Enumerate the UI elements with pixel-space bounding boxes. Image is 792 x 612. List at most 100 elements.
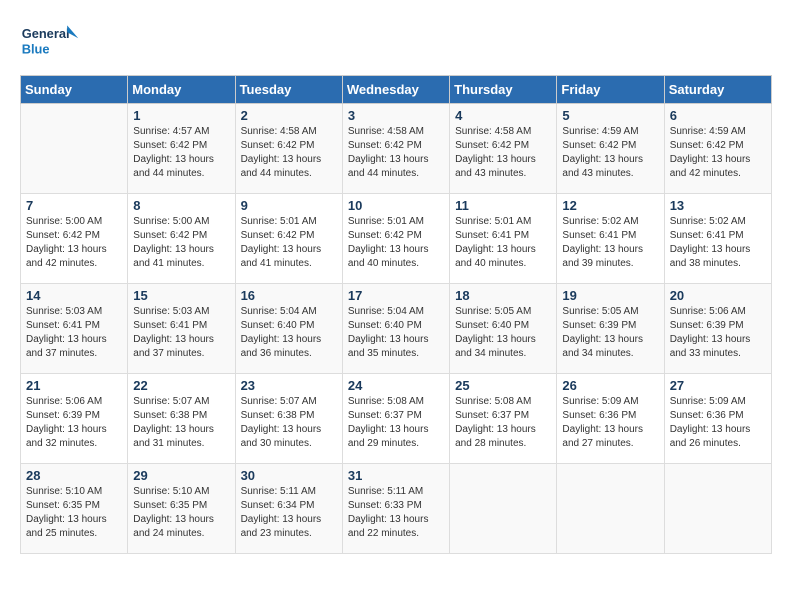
day-number: 15: [133, 288, 229, 303]
calendar-cell: 26 Sunrise: 5:09 AM Sunset: 6:36 PM Dayli…: [557, 374, 664, 464]
calendar-cell: 9 Sunrise: 5:01 AM Sunset: 6:42 PM Daylig…: [235, 194, 342, 284]
cell-info: Sunrise: 5:08 AM Sunset: 6:37 PM Dayligh…: [348, 395, 444, 451]
calendar-cell: 15 Sunrise: 5:03 AM Sunset: 6:41 PM Dayli…: [128, 284, 235, 374]
cell-info: Sunrise: 5:07 AM Sunset: 6:38 PM Dayligh…: [241, 395, 337, 451]
day-number: 6: [670, 108, 766, 123]
cell-info: Sunrise: 5:11 AM Sunset: 6:34 PM Dayligh…: [241, 485, 337, 541]
calendar-cell: 29Sunrise: 5:10 AM Sunset: 6:35 PM Dayli…: [128, 464, 235, 554]
calendar-cell: 22Sunrise: 5:07 AM Sunset: 6:38 PM Dayli…: [128, 374, 235, 464]
cell-info: Sunrise: 5:04 AM Sunset: 6:40 PM Dayligh…: [241, 305, 337, 361]
calendar-cell: [557, 464, 664, 554]
day-number: 31: [348, 468, 444, 483]
calendar-cell: 7 Sunrise: 5:00 AM Sunset: 6:42 PM Daylig…: [21, 194, 128, 284]
calendar-cell: 2 Sunrise: 4:58 AM Sunset: 6:42 PM Daylig…: [235, 104, 342, 194]
cell-info: Sunrise: 5:06 AM Sunset: 6:39 PM Dayligh…: [670, 305, 766, 361]
cell-info: Sunrise: 5:02 AM Sunset: 6:41 PM Dayligh…: [562, 215, 658, 271]
day-number: 20: [670, 288, 766, 303]
cell-info: Sunrise: 5:02 AM Sunset: 6:41 PM Dayligh…: [670, 215, 766, 271]
day-number: 2: [241, 108, 337, 123]
cell-info: Sunrise: 5:01 AM Sunset: 6:42 PM Dayligh…: [348, 215, 444, 271]
day-number: 13: [670, 198, 766, 213]
calendar-week-row: 7 Sunrise: 5:00 AM Sunset: 6:42 PM Daylig…: [21, 194, 772, 284]
day-number: 27: [670, 378, 766, 393]
day-number: 7: [26, 198, 122, 213]
cell-info: Sunrise: 5:03 AM Sunset: 6:41 PM Dayligh…: [26, 305, 122, 361]
calendar-cell: 24 Sunrise: 5:08 AM Sunset: 6:37 PM Dayli…: [342, 374, 449, 464]
calendar-cell: 31 Sunrise: 5:11 AM Sunset: 6:33 PM Dayli…: [342, 464, 449, 554]
weekday-header-tuesday: Tuesday: [235, 76, 342, 104]
calendar-cell: [450, 464, 557, 554]
svg-text:General: General: [22, 26, 70, 41]
cell-info: Sunrise: 4:57 AM Sunset: 6:42 PM Dayligh…: [133, 125, 229, 181]
cell-info: Sunrise: 5:00 AM Sunset: 6:42 PM Dayligh…: [26, 215, 122, 271]
calendar-cell: 23 Sunrise: 5:07 AM Sunset: 6:38 PM Dayli…: [235, 374, 342, 464]
cell-info: Sunrise: 5:10 AM Sunset: 6:35 PM Dayligh…: [26, 485, 122, 541]
cell-info: Sunrise: 5:09 AM Sunset: 6:36 PM Dayligh…: [562, 395, 658, 451]
cell-info: Sunrise: 5:07 AM Sunset: 6:38 PM Dayligh…: [133, 395, 229, 451]
cell-info: Sunrise: 5:05 AM Sunset: 6:40 PM Dayligh…: [455, 305, 551, 361]
logo: General Blue: [20, 20, 80, 65]
calendar-cell: [21, 104, 128, 194]
calendar-cell: 17 Sunrise: 5:04 AM Sunset: 6:40 PM Dayli…: [342, 284, 449, 374]
cell-info: Sunrise: 5:10 AM Sunset: 6:35 PM Dayligh…: [133, 485, 229, 541]
calendar-cell: 12 Sunrise: 5:02 AM Sunset: 6:41 PM Dayli…: [557, 194, 664, 284]
calendar-cell: 18Sunrise: 5:05 AM Sunset: 6:40 PM Dayli…: [450, 284, 557, 374]
weekday-header-sunday: Sunday: [21, 76, 128, 104]
day-number: 30: [241, 468, 337, 483]
cell-info: Sunrise: 5:09 AM Sunset: 6:36 PM Dayligh…: [670, 395, 766, 451]
cell-info: Sunrise: 4:59 AM Sunset: 6:42 PM Dayligh…: [562, 125, 658, 181]
day-number: 10: [348, 198, 444, 213]
calendar-cell: 14 Sunrise: 5:03 AM Sunset: 6:41 PM Dayli…: [21, 284, 128, 374]
cell-info: Sunrise: 5:11 AM Sunset: 6:33 PM Dayligh…: [348, 485, 444, 541]
day-number: 12: [562, 198, 658, 213]
cell-info: Sunrise: 5:04 AM Sunset: 6:40 PM Dayligh…: [348, 305, 444, 361]
day-number: 8: [133, 198, 229, 213]
calendar-cell: 19Sunrise: 5:05 AM Sunset: 6:39 PM Dayli…: [557, 284, 664, 374]
cell-info: Sunrise: 4:59 AM Sunset: 6:42 PM Dayligh…: [670, 125, 766, 181]
day-number: 14: [26, 288, 122, 303]
weekday-header-row: SundayMondayTuesdayWednesdayThursdayFrid…: [21, 76, 772, 104]
day-number: 25: [455, 378, 551, 393]
weekday-header-wednesday: Wednesday: [342, 76, 449, 104]
day-number: 16: [241, 288, 337, 303]
calendar-cell: 11 Sunrise: 5:01 AM Sunset: 6:41 PM Dayli…: [450, 194, 557, 284]
calendar-cell: 1 Sunrise: 4:57 AM Sunset: 6:42 PM Daylig…: [128, 104, 235, 194]
calendar-cell: 28 Sunrise: 5:10 AM Sunset: 6:35 PM Dayli…: [21, 464, 128, 554]
day-number: 28: [26, 468, 122, 483]
day-number: 4: [455, 108, 551, 123]
day-number: 24: [348, 378, 444, 393]
calendar-cell: 10 Sunrise: 5:01 AM Sunset: 6:42 PM Dayli…: [342, 194, 449, 284]
cell-info: Sunrise: 4:58 AM Sunset: 6:42 PM Dayligh…: [241, 125, 337, 181]
day-number: 21: [26, 378, 122, 393]
cell-info: Sunrise: 5:01 AM Sunset: 6:41 PM Dayligh…: [455, 215, 551, 271]
day-number: 17: [348, 288, 444, 303]
calendar-week-row: 14 Sunrise: 5:03 AM Sunset: 6:41 PM Dayli…: [21, 284, 772, 374]
cell-info: Sunrise: 4:58 AM Sunset: 6:42 PM Dayligh…: [348, 125, 444, 181]
day-number: 23: [241, 378, 337, 393]
day-number: 1: [133, 108, 229, 123]
calendar-cell: [664, 464, 771, 554]
calendar-week-row: 21 Sunrise: 5:06 AM Sunset: 6:39 PM Dayli…: [21, 374, 772, 464]
logo-icon: General Blue: [20, 20, 80, 65]
day-number: 9: [241, 198, 337, 213]
cell-info: Sunrise: 5:03 AM Sunset: 6:41 PM Dayligh…: [133, 305, 229, 361]
weekday-header-saturday: Saturday: [664, 76, 771, 104]
page-header: General Blue: [20, 20, 772, 65]
day-number: 11: [455, 198, 551, 213]
calendar-cell: 6 Sunrise: 4:59 AM Sunset: 6:42 PM Daylig…: [664, 104, 771, 194]
cell-info: Sunrise: 5:01 AM Sunset: 6:42 PM Dayligh…: [241, 215, 337, 271]
calendar-cell: 16 Sunrise: 5:04 AM Sunset: 6:40 PM Dayli…: [235, 284, 342, 374]
weekday-header-monday: Monday: [128, 76, 235, 104]
calendar-cell: 4Sunrise: 4:58 AM Sunset: 6:42 PM Daylig…: [450, 104, 557, 194]
weekday-header-friday: Friday: [557, 76, 664, 104]
calendar-cell: 5 Sunrise: 4:59 AM Sunset: 6:42 PM Daylig…: [557, 104, 664, 194]
day-number: 5: [562, 108, 658, 123]
calendar-cell: 20 Sunrise: 5:06 AM Sunset: 6:39 PM Dayli…: [664, 284, 771, 374]
cell-info: Sunrise: 5:06 AM Sunset: 6:39 PM Dayligh…: [26, 395, 122, 451]
weekday-header-thursday: Thursday: [450, 76, 557, 104]
svg-text:Blue: Blue: [22, 42, 50, 57]
calendar-cell: 25Sunrise: 5:08 AM Sunset: 6:37 PM Dayli…: [450, 374, 557, 464]
calendar-cell: 8Sunrise: 5:00 AM Sunset: 6:42 PM Daylig…: [128, 194, 235, 284]
calendar-cell: 3Sunrise: 4:58 AM Sunset: 6:42 PM Daylig…: [342, 104, 449, 194]
day-number: 26: [562, 378, 658, 393]
